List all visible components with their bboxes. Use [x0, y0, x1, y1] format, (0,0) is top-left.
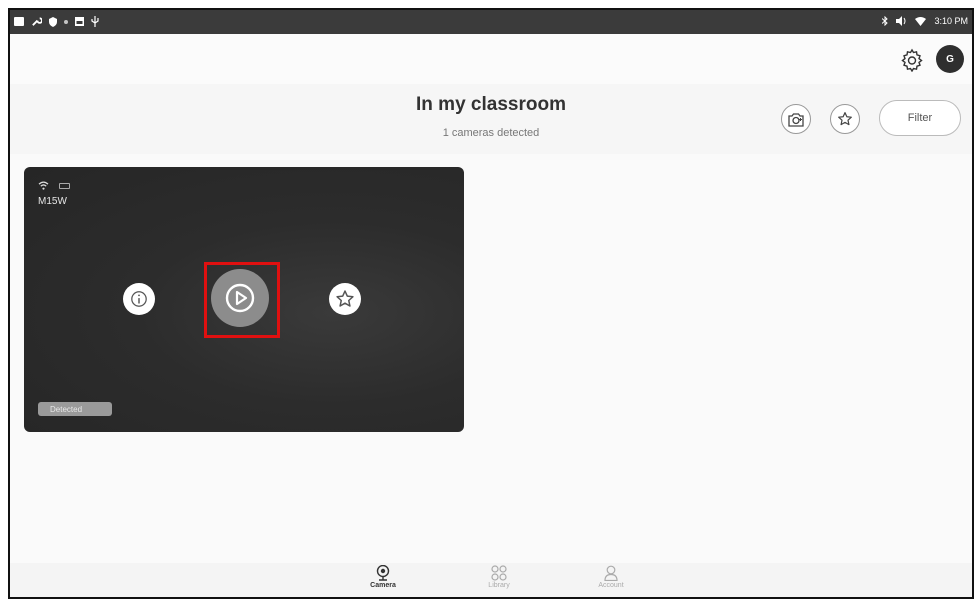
status-bar-left — [14, 16, 99, 27]
square-icon — [14, 17, 24, 26]
bottom-nav: Camera Library Account — [10, 563, 972, 597]
nav-tab-label: Camera — [370, 582, 396, 589]
page-header: In my classroom 1 cameras detected Filte… — [10, 84, 972, 154]
camera-status-icons — [38, 181, 70, 190]
play-button-highlight — [204, 262, 280, 338]
nav-tab-label: Account — [598, 582, 624, 589]
camera-add-icon — [788, 112, 804, 127]
battery-icon — [59, 182, 70, 189]
wrench-icon — [32, 17, 42, 26]
webcam-icon — [376, 565, 390, 581]
dot-icon — [64, 19, 68, 24]
usb-icon — [91, 16, 99, 27]
avatar[interactable]: G — [936, 45, 964, 73]
favorite-camera-button[interactable] — [329, 283, 361, 315]
gear-icon[interactable] — [900, 48, 924, 72]
status-badge: Detected — [38, 402, 112, 416]
filter-label: Filter — [907, 112, 933, 124]
star-icon — [838, 112, 852, 126]
nav-tab-account[interactable]: Account — [581, 565, 641, 589]
volume-icon — [896, 16, 906, 26]
nav-tab-library[interactable]: Library — [469, 565, 529, 589]
status-badge-label: Detected — [50, 404, 83, 414]
status-bar: 3:10 PM — [10, 10, 972, 34]
wifi-icon — [915, 16, 927, 26]
star-icon — [336, 290, 354, 307]
person-icon — [604, 565, 618, 581]
favorites-button[interactable] — [830, 104, 860, 134]
cameras-detected-count: 1 cameras detected — [442, 127, 540, 139]
page-title: In my classroom — [416, 94, 566, 115]
avatar-initial: G — [946, 53, 954, 65]
image-icon — [75, 17, 84, 26]
camera-name: M15W — [38, 196, 67, 207]
status-time: 3:10 PM — [934, 16, 968, 26]
shield-icon — [49, 16, 57, 27]
nav-tab-camera[interactable]: Camera — [353, 565, 413, 589]
bluetooth-icon — [882, 16, 889, 26]
filter-button[interactable]: Filter — [879, 100, 961, 136]
add-camera-button[interactable] — [781, 104, 811, 134]
camera-info-button[interactable] — [123, 283, 155, 315]
info-icon — [131, 291, 147, 307]
status-bar-right: 3:10 PM — [882, 16, 968, 26]
wifi-icon — [38, 181, 49, 190]
top-bar: G — [10, 34, 972, 84]
camera-card[interactable]: M15W Detected — [24, 167, 464, 432]
app-frame: 3:10 PM G In my classroom 1 cameras dete… — [8, 8, 974, 599]
grid-circles-icon — [491, 565, 507, 581]
nav-tab-label: Library — [488, 582, 510, 589]
